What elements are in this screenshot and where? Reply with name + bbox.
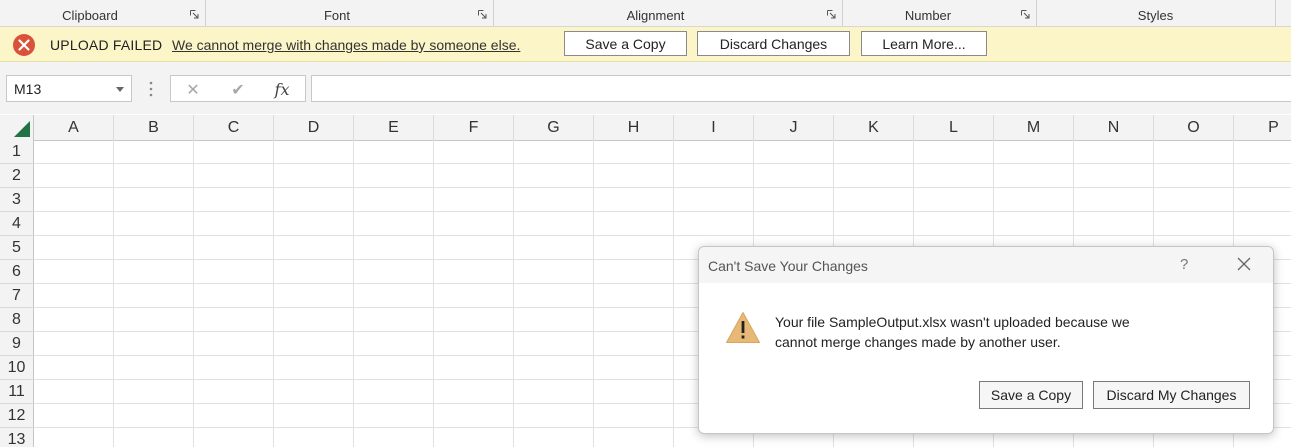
dialog-title-bar: Can't Save Your Changes ? xyxy=(699,247,1273,283)
enter-icon[interactable]: ✔ xyxy=(228,80,248,99)
row-header-9[interactable]: 9 xyxy=(0,332,34,356)
column-header-C[interactable]: C xyxy=(194,115,274,140)
select-all-button[interactable] xyxy=(0,115,34,140)
warning-icon xyxy=(726,312,760,343)
row-header-12[interactable]: 12 xyxy=(0,404,34,428)
dialog-launcher-icon[interactable] xyxy=(190,10,199,19)
dialog-launcher-icon[interactable] xyxy=(827,10,836,19)
column-header-I[interactable]: I xyxy=(674,115,754,140)
ribbon-group-label: Number xyxy=(904,8,952,23)
cant-save-dialog: Can't Save Your Changes ? Your file Samp… xyxy=(698,246,1274,434)
row-header-3[interactable]: 3 xyxy=(0,188,34,212)
formula-buttons: ✕ ✔ fx xyxy=(170,75,306,102)
select-all-triangle-icon xyxy=(14,121,30,137)
close-icon[interactable] xyxy=(1237,257,1251,271)
dialog-save-a-copy-button[interactable]: Save a Copy xyxy=(979,381,1083,409)
column-header-L[interactable]: L xyxy=(914,115,994,140)
dialog-message: Your file SampleOutput.xlsx wasn't uploa… xyxy=(775,314,1130,350)
ribbon-group-label: Alignment xyxy=(626,8,685,23)
formula-input[interactable] xyxy=(311,75,1291,102)
column-header-B[interactable]: B xyxy=(114,115,194,140)
column-header-O[interactable]: O xyxy=(1154,115,1234,140)
formula-bar: M13 ✕ ✔ fx xyxy=(0,62,1291,114)
help-icon[interactable]: ? xyxy=(1180,256,1188,273)
save-a-copy-button[interactable]: Save a Copy xyxy=(564,31,687,56)
more-options-icon[interactable] xyxy=(149,81,153,97)
column-header-P[interactable]: P xyxy=(1234,115,1291,140)
dialog-launcher-icon[interactable] xyxy=(1021,10,1030,19)
discard-my-changes-button[interactable]: Discard My Changes xyxy=(1093,381,1250,409)
row-header-2[interactable]: 2 xyxy=(0,164,34,188)
name-box[interactable]: M13 xyxy=(6,75,132,102)
ribbon-group-alignment: Alignment xyxy=(493,0,843,26)
row-header-10[interactable]: 10 xyxy=(0,356,34,380)
column-header-N[interactable]: N xyxy=(1074,115,1154,140)
column-header-J[interactable]: J xyxy=(754,115,834,140)
ribbon-group-label: Font xyxy=(323,8,350,23)
column-header-M[interactable]: M xyxy=(994,115,1074,140)
message-bar-link[interactable]: We cannot merge with changes made by som… xyxy=(172,37,520,53)
row-header-8[interactable]: 8 xyxy=(0,308,34,332)
row-header-5[interactable]: 5 xyxy=(0,236,34,260)
name-box-value: M13 xyxy=(14,81,42,97)
row-header-1[interactable]: 1 xyxy=(0,140,34,164)
insert-function-icon[interactable]: fx xyxy=(272,80,292,99)
learn-more-button[interactable]: Learn More... xyxy=(861,31,987,56)
column-header-K[interactable]: K xyxy=(834,115,914,140)
column-header-F[interactable]: F xyxy=(434,115,514,140)
row-header-11[interactable]: 11 xyxy=(0,380,34,404)
chevron-down-icon[interactable] xyxy=(116,87,124,92)
ribbon-group-number: Number xyxy=(842,0,1037,26)
column-header-E[interactable]: E xyxy=(354,115,434,140)
column-header-D[interactable]: D xyxy=(274,115,354,140)
dialog-launcher-icon[interactable] xyxy=(478,10,487,19)
column-header-G[interactable]: G xyxy=(514,115,594,140)
upload-failed-message-bar: UPLOAD FAILED We cannot merge with chang… xyxy=(0,27,1291,62)
discard-changes-button[interactable]: Discard Changes xyxy=(697,31,850,56)
cancel-icon[interactable]: ✕ xyxy=(183,80,203,99)
error-x-icon xyxy=(13,34,35,56)
ribbon-group-label: Styles xyxy=(1137,8,1174,23)
column-header-A[interactable]: A xyxy=(34,115,114,140)
dialog-title: Can't Save Your Changes xyxy=(708,258,868,274)
row-header-4[interactable]: 4 xyxy=(0,212,34,236)
row-header-6[interactable]: 6 xyxy=(0,260,34,284)
row-header-13[interactable]: 13 xyxy=(0,428,34,447)
ribbon-group-label: Clipboard xyxy=(62,8,118,23)
ribbon-group-bar: Clipboard Font Alignment Number Styles xyxy=(0,0,1291,27)
ribbon-group-clipboard: Clipboard xyxy=(0,0,206,26)
column-header-H[interactable]: H xyxy=(594,115,674,140)
ribbon-group-styles: Styles xyxy=(1036,0,1276,26)
row-header-7[interactable]: 7 xyxy=(0,284,34,308)
message-bar-title: UPLOAD FAILED xyxy=(50,37,163,53)
column-header-row: A B C D E F G H I J K L M N O P xyxy=(0,115,1291,141)
ribbon-group-font: Font xyxy=(205,0,494,26)
